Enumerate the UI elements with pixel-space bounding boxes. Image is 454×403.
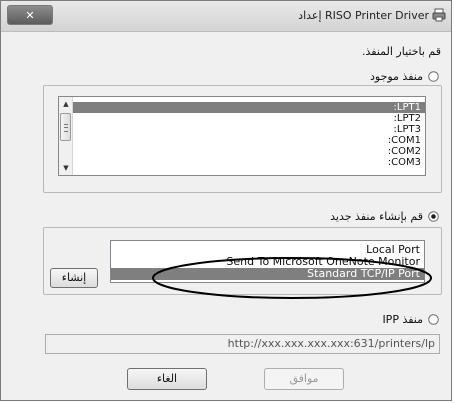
ipp-port-label: منفذ IPP (382, 313, 423, 326)
new-port-radio[interactable] (428, 211, 439, 222)
port-list-scrollbar[interactable]: ▲ ▼ (59, 97, 73, 175)
new-port-label: قم بإنشاء منفذ جديد (330, 210, 423, 223)
printer-driver-setup-dialog: ✕ RISO Printer Driver إعداد قم باختيار ا… (0, 0, 452, 401)
existing-port-label: منفذ موجود (369, 70, 423, 83)
close-button[interactable]: ✕ (7, 5, 53, 25)
port-item[interactable]: :LPT2 (73, 113, 425, 124)
existing-port-group: ▲ ▼ :LPT1 :LPT2 :LPT3 :COM1 :COM2 :COM3 (43, 85, 442, 193)
scroll-down-icon[interactable]: ▼ (59, 161, 73, 175)
port-item[interactable]: :LPT1 (73, 102, 425, 113)
scroll-thumb[interactable] (60, 113, 71, 141)
scroll-up-icon[interactable]: ▲ (59, 97, 73, 111)
port-item[interactable]: :COM1 (73, 135, 425, 146)
close-icon: ✕ (25, 8, 35, 22)
port-item[interactable]: :COM2 (73, 146, 425, 157)
create-port-button[interactable]: إنشاء (50, 268, 98, 288)
port-item[interactable]: :COM3 (73, 157, 425, 168)
printer-icon (432, 8, 446, 22)
ok-button[interactable]: موافق (264, 368, 344, 390)
cancel-button[interactable]: الغاء (127, 368, 207, 390)
existing-port-list[interactable]: ▲ ▼ :LPT1 :LPT2 :LPT3 :COM1 :COM2 :COM3 (58, 96, 426, 176)
instruction-text: قم باختيار المنفذ. (361, 45, 441, 58)
title-bar: ✕ RISO Printer Driver إعداد (1, 1, 451, 32)
ipp-port-radio[interactable] (428, 314, 439, 325)
window-title: RISO Printer Driver إعداد (298, 9, 429, 22)
ipp-url-field[interactable]: http://xxx.xxx.xxx.xxx:631/printers/lp (45, 334, 440, 354)
existing-port-radio[interactable] (428, 71, 439, 82)
highlight-ellipse (152, 257, 432, 299)
port-item[interactable]: :LPT3 (73, 124, 425, 135)
